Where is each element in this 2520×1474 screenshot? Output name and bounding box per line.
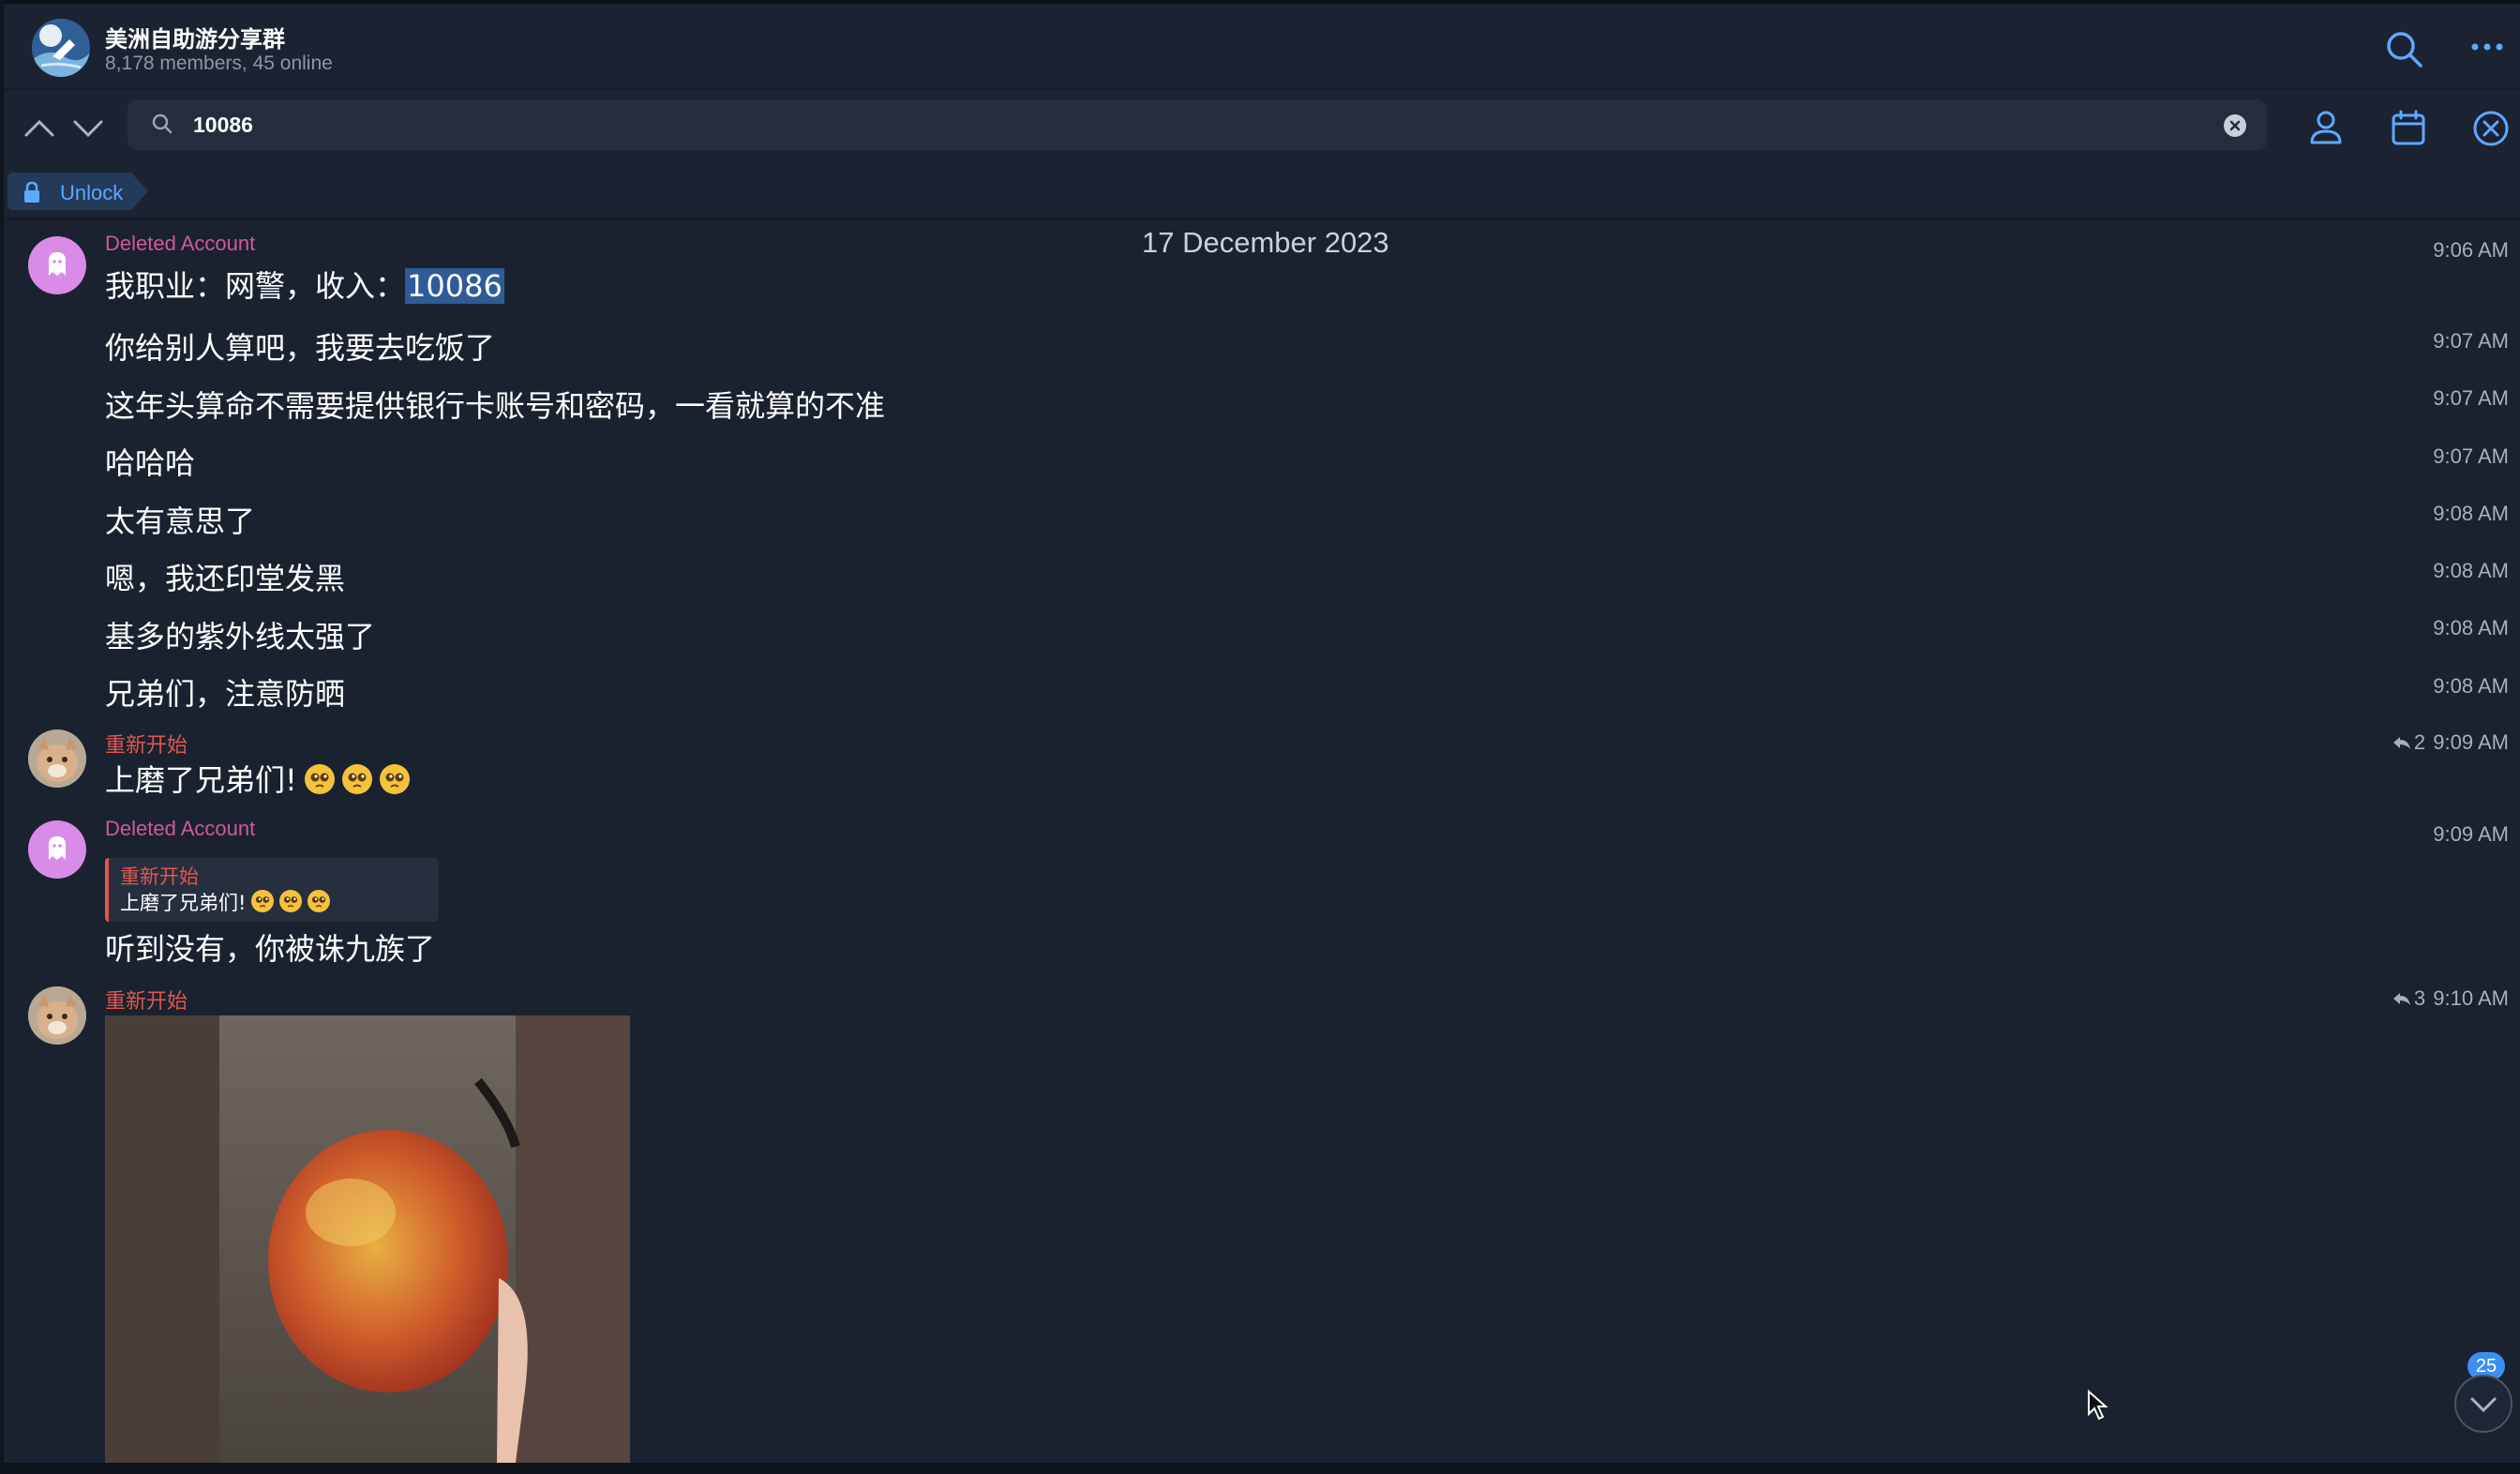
magnifier-icon (150, 112, 174, 136)
sender-name[interactable]: Deleted Account (105, 232, 255, 256)
search-bar-row (4, 90, 2520, 165)
reply-quote[interactable]: 重新开始 上磨了兄弟们! (105, 858, 439, 922)
message-time: 9:08 AM (2433, 559, 2509, 582)
pleading-face-emoji (379, 764, 410, 794)
close-icon[interactable] (2468, 105, 2514, 152)
message-meta[interactable]: 2 9:09 AM (2392, 730, 2509, 755)
search-field[interactable] (128, 99, 2267, 150)
sender-name[interactable]: Deleted Account (105, 817, 255, 841)
date-separator: 17 December 2023 (1142, 226, 1389, 259)
message-time: 9:10 AM (2433, 986, 2509, 1010)
pleading-face-emoji (304, 764, 335, 794)
group-avatar[interactable] (32, 19, 90, 77)
quote-body: 上磨了兄弟们! (120, 892, 247, 914)
unlock-button[interactable]: Unlock (8, 173, 148, 210)
search-icon[interactable] (2383, 28, 2426, 71)
lock-icon (22, 181, 41, 203)
message-text[interactable]: 这年头算命不需要提供银行卡账号和密码，一看就算的不准 (105, 383, 885, 426)
message-text[interactable]: 基多的紫外线太强了 (105, 613, 375, 656)
reply-arrow-icon (2392, 993, 2410, 1005)
sender-name[interactable]: 重新开始 (105, 985, 188, 1015)
pleading-face-emoji (341, 764, 372, 794)
message-time: 9:07 AM (2433, 386, 2509, 410)
chevron-up-icon[interactable] (21, 109, 58, 146)
message-text[interactable]: 嗯，我还印堂发黑 (105, 555, 345, 598)
member-count: 8,178 members, 45 online (105, 53, 333, 74)
message-time: 9:09 AM (2433, 730, 2509, 754)
avatar[interactable] (28, 820, 86, 879)
avatar[interactable] (28, 236, 86, 294)
window-bottom-edge (0, 1463, 2520, 1474)
photo-attachment[interactable] (105, 1015, 630, 1463)
pleading-face-emoji (279, 890, 303, 912)
quote-text: 上磨了兄弟们! (120, 888, 331, 916)
message-text[interactable]: 哈哈哈 (105, 440, 195, 483)
message-time: 9:08 AM (2433, 616, 2509, 639)
message-list[interactable]: 17 December 2023 Deleted Account 我职业：网警，… (0, 219, 2520, 1463)
scroll-down-icon[interactable] (2454, 1375, 2512, 1433)
group-title: 美洲自助游分享群 (105, 26, 285, 53)
reply-count: 2 (2413, 730, 2426, 754)
unlock-label: Unlock (60, 181, 124, 204)
mouse-cursor-icon (2087, 1389, 2109, 1421)
calendar-icon[interactable] (2385, 105, 2432, 152)
chat-header[interactable]: 美洲自助游分享群 8,178 members, 45 online (4, 4, 2520, 90)
filter-row: Unlock (4, 165, 2520, 219)
message-text[interactable]: 听到没有，你被诛九族了 (105, 925, 435, 969)
quote-sender: 重新开始 (120, 866, 199, 888)
sender-name[interactable]: 重新开始 (105, 729, 188, 759)
message-time: 9:08 AM (2433, 674, 2509, 698)
reply-count: 3 (2413, 986, 2426, 1010)
message-time: 9:09 AM (2433, 822, 2509, 846)
chevron-down-icon[interactable] (69, 109, 107, 146)
message-time: 9:08 AM (2433, 502, 2509, 525)
message-text[interactable]: 我职业：网警，收入：10086 (105, 263, 504, 306)
pleading-face-emoji (308, 890, 331, 912)
message-text[interactable]: 兄弟们，注意防晒 (105, 670, 345, 714)
message-time: 9:06 AM (2433, 238, 2509, 262)
avatar[interactable] (28, 729, 86, 788)
message-text[interactable]: 太有意思了 (105, 498, 255, 541)
more-icon[interactable] (2469, 39, 2507, 54)
message-text[interactable]: 上磨了兄弟们! (105, 757, 410, 800)
message-meta[interactable]: 3 9:10 AM (2392, 986, 2509, 1011)
message-text[interactable]: 你给别人算吧，我要去吃饭了 (105, 324, 495, 368)
message-time: 9:07 AM (2433, 329, 2509, 353)
avatar[interactable] (28, 986, 86, 1045)
clear-icon[interactable] (2224, 114, 2246, 137)
message-prefix: 我职业：网警，收入： (105, 268, 406, 304)
message-time: 9:07 AM (2433, 444, 2509, 468)
message-body: 上磨了兄弟们! (105, 762, 297, 798)
person-icon[interactable] (2302, 105, 2349, 152)
search-highlight: 10086 (405, 268, 504, 304)
pleading-face-emoji (251, 890, 275, 912)
reply-arrow-icon (2392, 737, 2410, 749)
search-input[interactable] (193, 107, 2162, 143)
